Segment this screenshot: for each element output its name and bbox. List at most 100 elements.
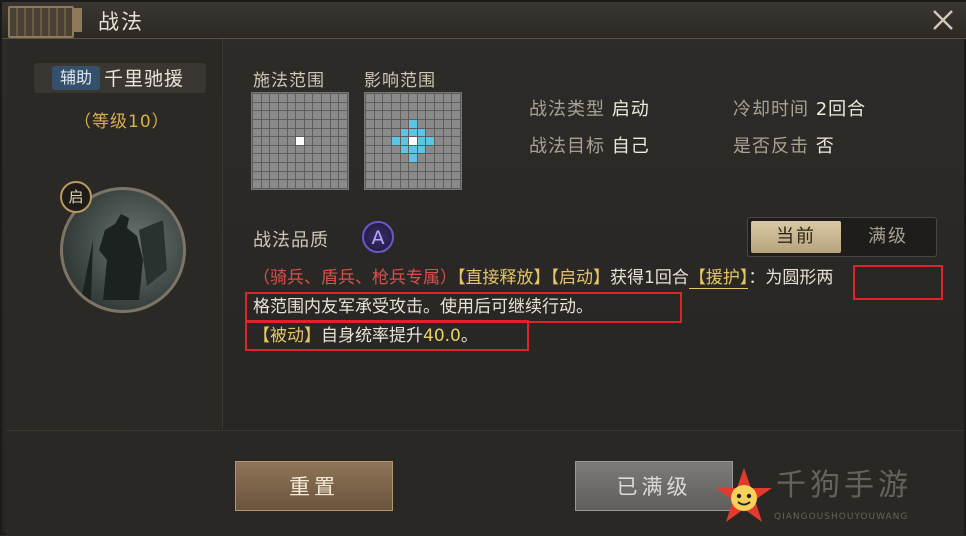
- skill-level: （等级10）: [74, 112, 170, 132]
- grid-cell: [270, 94, 278, 102]
- grid-cell: [296, 145, 304, 154]
- grid-cell: [270, 119, 278, 128]
- tag-direct-cast: 【直接释放】: [457, 268, 551, 288]
- grid-cell: [383, 180, 391, 188]
- grid-cell: [417, 163, 426, 171]
- grid-cell: [443, 102, 452, 111]
- grid-cell: [313, 171, 322, 180]
- quality-label: 战法品质: [253, 230, 329, 251]
- grid-cell: [409, 137, 417, 145]
- grid-cell: [435, 163, 443, 171]
- grid-cell: [391, 154, 400, 163]
- grid-cell: [330, 137, 339, 145]
- grid-cell: [374, 163, 383, 171]
- description-text-1: 获得1回合: [610, 268, 689, 288]
- skill-type-row: 战法类型 启动: [529, 95, 650, 121]
- grid-cell: [417, 128, 426, 137]
- grid-cell: [287, 111, 296, 119]
- grid-cell: [287, 128, 296, 137]
- max-level-button[interactable]: 已满级: [575, 461, 733, 511]
- grid-cell: [304, 137, 313, 145]
- grid-cell: [253, 128, 261, 137]
- cooldown-value: 2回合: [815, 99, 867, 120]
- grid-cell: [261, 180, 270, 188]
- grid-cell: [391, 102, 400, 111]
- grid-cell: [366, 154, 374, 163]
- grid-cell: [383, 94, 391, 102]
- grid-cell: [383, 154, 391, 163]
- grid-cell: [426, 163, 435, 171]
- title-ornament: [8, 6, 74, 38]
- close-icon: [933, 10, 953, 30]
- grid-cell: [261, 137, 270, 145]
- grid-cell: [426, 128, 435, 137]
- grid-cell: [400, 171, 409, 180]
- title-bar: 战法: [2, 2, 966, 39]
- grid-cell: [366, 137, 374, 145]
- grid-cell: [296, 154, 304, 163]
- grid-cell: [417, 94, 426, 102]
- grid-cell: [374, 137, 383, 145]
- grid-cell: [278, 163, 287, 171]
- grid-cell: [366, 171, 374, 180]
- troop-restriction: （骑兵、盾兵、枪兵专属）: [253, 268, 457, 288]
- grid-cell: [374, 171, 383, 180]
- tab-current[interactable]: 当前: [751, 221, 841, 253]
- grid-cell: [435, 128, 443, 137]
- grid-cell: [339, 94, 347, 102]
- grid-cell: [261, 119, 270, 128]
- grid-cell: [330, 163, 339, 171]
- grid-cell: [322, 111, 330, 119]
- grid-cell: [391, 180, 400, 188]
- grid-cell: [391, 163, 400, 171]
- tag-active: 【启动】: [550, 268, 611, 288]
- grid-cell: [270, 145, 278, 154]
- grid-cell: [339, 145, 347, 154]
- grid-cell: [253, 154, 261, 163]
- grid-cell: [253, 94, 261, 102]
- skill-target-row: 战法目标 自己: [529, 132, 650, 158]
- grid-cell: [366, 111, 374, 119]
- cooldown-row: 冷却时间 2回合: [733, 95, 866, 121]
- grid-cell: [304, 128, 313, 137]
- watermark-text: 千狗手游: [776, 468, 912, 503]
- grid-cell: [313, 180, 322, 188]
- grid-cell: [287, 171, 296, 180]
- grid-cell: [374, 154, 383, 163]
- tab-max-level[interactable]: 满级: [843, 221, 933, 253]
- grid-cell: [400, 145, 409, 154]
- grid-cell: [339, 180, 347, 188]
- grid-cell: [443, 111, 452, 119]
- grid-cell: [409, 154, 417, 163]
- reset-button[interactable]: 重置: [235, 461, 393, 511]
- grid-cell: [443, 128, 452, 137]
- grid-cell: [322, 119, 330, 128]
- close-button[interactable]: [930, 7, 956, 33]
- grid-cell: [330, 154, 339, 163]
- grid-cell: [253, 137, 261, 145]
- grid-cell: [435, 154, 443, 163]
- grid-cell: [383, 111, 391, 119]
- grid-cell: [417, 171, 426, 180]
- grid-cell: [270, 163, 278, 171]
- grid-cell: [313, 119, 322, 128]
- grid-cell: [339, 102, 347, 111]
- grid-cell: [383, 145, 391, 154]
- grid-cell: [426, 145, 435, 154]
- grid-cell: [287, 94, 296, 102]
- grid-cell: [452, 119, 460, 128]
- grid-cell: [417, 145, 426, 154]
- tag-protect: 【援护】: [688, 268, 749, 289]
- grid-cell: [400, 94, 409, 102]
- dialog-frame: 战法 辅助 千里驰援 （等级10） 启 施法范围 影响范围 战法类型 启动 冷却…: [0, 0, 966, 536]
- grid-cell: [330, 102, 339, 111]
- grid-cell: [330, 128, 339, 137]
- skill-type-key: 战法类型: [529, 99, 605, 120]
- grid-cell: [391, 94, 400, 102]
- grid-cell: [409, 128, 417, 137]
- grid-cell: [278, 137, 287, 145]
- grid-cell: [339, 171, 347, 180]
- grid-cell: [383, 163, 391, 171]
- grid-cell: [313, 154, 322, 163]
- grid-cell: [452, 94, 460, 102]
